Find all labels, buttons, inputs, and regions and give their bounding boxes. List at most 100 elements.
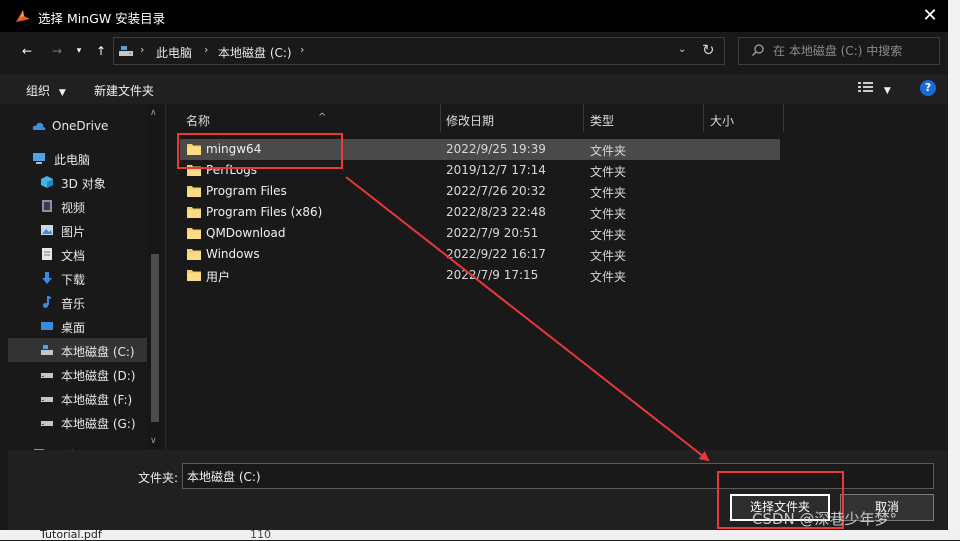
- column-header-label: 名称: [186, 114, 211, 128]
- column-header-label: 类型: [590, 114, 615, 128]
- arrow-up-icon: ↑: [95, 44, 107, 58]
- scroll-down-icon[interactable]: ∨: [150, 436, 157, 446]
- file-modified: 2022/7/26 20:32: [446, 184, 546, 198]
- file-modified: 2022/7/9 17:15: [446, 268, 539, 282]
- document-icon: [42, 248, 52, 260]
- download-icon: [42, 272, 52, 284]
- recent-locations-button[interactable]: ▾: [72, 40, 86, 62]
- scroll-up-icon[interactable]: ∧: [150, 108, 157, 118]
- desktop-icon: [41, 322, 53, 330]
- file-modified: 2022/9/25 19:39: [446, 142, 546, 156]
- nav-item-label: 本地磁盘 (G:): [61, 417, 136, 431]
- address-bar[interactable]: › 此电脑 › 本地磁盘 (C:) › ⌄ ↻: [113, 37, 725, 65]
- toolbar: 组织 ▼ 新建文件夹 ▼ ?: [0, 74, 948, 104]
- nav-item-label: 文档: [61, 249, 86, 263]
- drive-icon: [41, 421, 53, 426]
- chevron-down-icon: ▾: [76, 46, 82, 56]
- nav-item-3d-objects[interactable]: 3D 对象: [8, 170, 148, 194]
- title-bar: 选择 MinGW 安装目录 ✕: [0, 0, 948, 32]
- nav-item-music[interactable]: 音乐: [8, 290, 148, 314]
- organize-label: 组织: [26, 84, 51, 98]
- file-row[interactable]: PerfLogs 2019/12/7 17:14 文件夹: [180, 160, 780, 181]
- drive-location-icon: [119, 46, 133, 56]
- file-row[interactable]: 用户 2022/7/9 17:15 文件夹: [180, 265, 780, 286]
- file-type: 文件夹: [590, 249, 627, 263]
- nav-item-label: OneDrive: [52, 119, 109, 133]
- nav-item-onedrive[interactable]: OneDrive: [8, 114, 148, 138]
- view-options-button[interactable]: ▼: [858, 81, 891, 96]
- view-list-icon: [858, 82, 873, 92]
- file-name: Windows: [206, 247, 260, 261]
- search-box[interactable]: [738, 37, 940, 65]
- column-divider[interactable]: [783, 104, 784, 132]
- nav-item-drive-f[interactable]: 本地磁盘 (F:): [8, 386, 148, 410]
- nav-item-drive-c[interactable]: 本地磁盘 (C:): [8, 338, 148, 362]
- file-type: 文件夹: [590, 270, 627, 284]
- column-header-name[interactable]: 名称 ^: [180, 104, 440, 132]
- nav-item-drive-d[interactable]: 本地磁盘 (D:): [8, 362, 148, 386]
- arrow-right-icon: →: [51, 44, 63, 58]
- refresh-icon[interactable]: ↻: [702, 41, 715, 59]
- nav-item-label: 此电脑: [54, 153, 91, 167]
- file-type: 文件夹: [590, 207, 627, 221]
- folder-icon: [187, 186, 201, 197]
- breadcrumb-chevron-icon: ›: [140, 43, 145, 56]
- breadcrumb-chevron-icon: ›: [204, 43, 209, 56]
- nav-item-documents[interactable]: 文档: [8, 242, 148, 266]
- organize-menu-button[interactable]: 组织 ▼: [26, 82, 66, 99]
- up-button[interactable]: ↑: [90, 40, 112, 62]
- file-row[interactable]: Program Files (x86) 2022/8/23 22:48 文件夹: [180, 202, 780, 223]
- chevron-down-icon: ▼: [58, 88, 66, 98]
- nav-item-downloads[interactable]: 下载: [8, 266, 148, 290]
- cloud-icon: [32, 122, 46, 130]
- 3d-objects-icon: [41, 176, 53, 188]
- nav-item-this-pc[interactable]: 此电脑: [8, 146, 148, 170]
- folder-icon: [187, 270, 201, 281]
- nav-pane-scrollbar[interactable]: ∧ ∨: [147, 104, 163, 450]
- file-row[interactable]: mingw64 2022/9/25 19:39 文件夹: [180, 139, 780, 160]
- breadcrumb-this-pc[interactable]: 此电脑: [156, 44, 192, 61]
- column-header-type[interactable]: 类型: [584, 104, 702, 132]
- sort-ascending-icon: ^: [318, 112, 327, 123]
- file-row[interactable]: QMDownload 2022/7/9 20:51 文件夹: [180, 223, 780, 244]
- scrollbar-thumb[interactable]: [151, 254, 159, 422]
- help-icon[interactable]: ?: [920, 80, 936, 96]
- new-folder-button[interactable]: 新建文件夹: [94, 82, 154, 99]
- address-dropdown-icon[interactable]: ⌄: [678, 44, 686, 55]
- file-name: QMDownload: [206, 226, 286, 240]
- arrow-left-icon: ←: [21, 44, 33, 58]
- folder-field[interactable]: [182, 463, 934, 489]
- video-icon: [42, 200, 52, 212]
- nav-item-drive-g[interactable]: 本地磁盘 (G:): [8, 410, 148, 434]
- drive-icon: [41, 397, 53, 402]
- file-type: 文件夹: [590, 144, 627, 158]
- file-row[interactable]: Program Files 2022/7/26 20:32 文件夹: [180, 181, 780, 202]
- music-icon: [43, 296, 52, 308]
- nav-item-network[interactable]: 网络: [8, 442, 148, 450]
- chevron-down-icon: ▼: [883, 86, 891, 96]
- folder-icon: [187, 165, 201, 176]
- column-header-label: 大小: [710, 114, 735, 128]
- nav-item-label: 本地磁盘 (F:): [61, 393, 133, 407]
- nav-item-desktop[interactable]: 桌面: [8, 314, 148, 338]
- column-header-modified[interactable]: 修改日期: [440, 104, 582, 132]
- window-title: 选择 MinGW 安装目录: [38, 11, 166, 26]
- nav-item-videos[interactable]: 视频: [8, 194, 148, 218]
- file-row[interactable]: Windows 2022/9/22 16:17 文件夹: [180, 244, 780, 265]
- nav-item-pictures[interactable]: 图片: [8, 218, 148, 242]
- folder-picker-dialog: 选择 MinGW 安装目录 ✕ ← → ▾ ↑ › 此电脑 › 本地磁盘 (C:…: [0, 0, 948, 530]
- navigation-pane: OneDrive 此电脑 3D 对象 视频 图片 文档 下载 音乐 桌面 本地磁…: [8, 104, 164, 450]
- nav-item-label: 视频: [61, 201, 86, 215]
- column-header-size[interactable]: 大小: [704, 104, 782, 132]
- forward-button[interactable]: →: [46, 40, 68, 62]
- close-icon: ✕: [922, 5, 938, 26]
- folder-icon: [187, 144, 201, 155]
- file-modified: 2022/9/22 16:17: [446, 247, 546, 261]
- close-button[interactable]: ✕: [916, 4, 944, 28]
- picture-icon: [41, 225, 53, 235]
- back-button[interactable]: ←: [16, 40, 38, 62]
- breadcrumb-drive-c[interactable]: 本地磁盘 (C:): [218, 44, 292, 61]
- file-modified: 2022/7/9 20:51: [446, 226, 539, 240]
- search-input[interactable]: [773, 42, 933, 60]
- file-name: mingw64: [206, 142, 262, 156]
